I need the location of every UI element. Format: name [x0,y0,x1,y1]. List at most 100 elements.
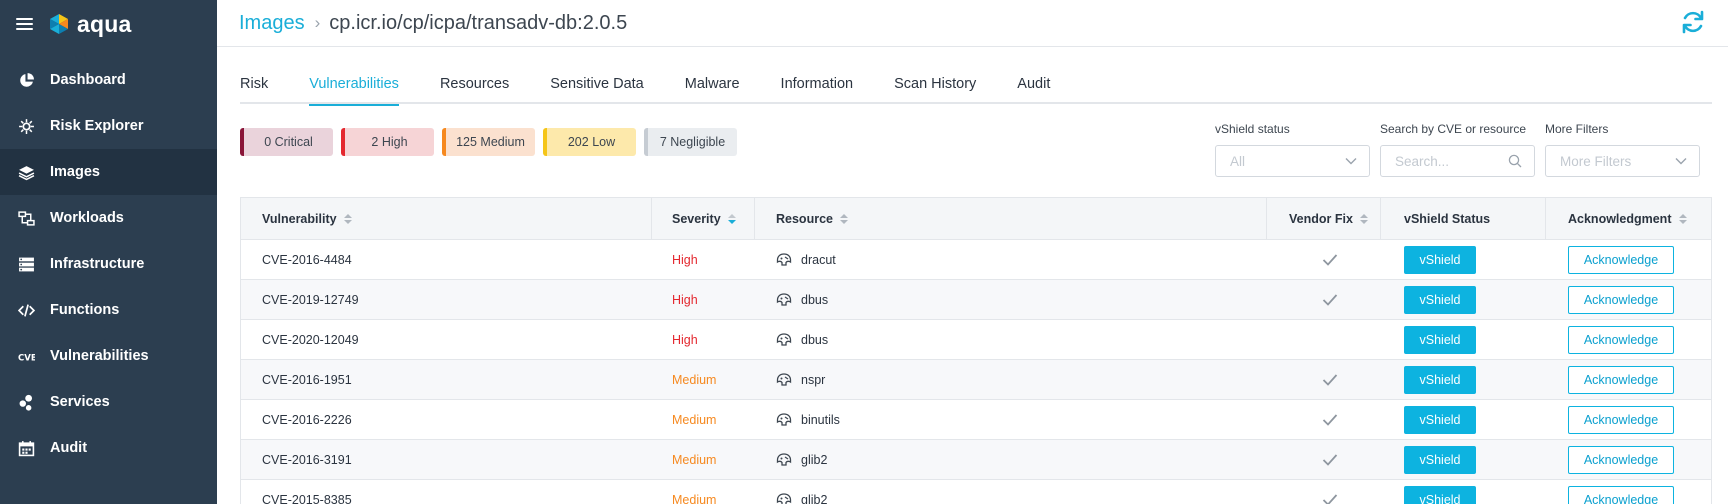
severity-label: Medium [672,372,717,387]
checkmark-icon [1322,493,1338,504]
more-filters-select[interactable]: More Filters [1545,145,1700,177]
table-row[interactable]: CVE-2020-12049 High dbus vShield Acknowledge [241,320,1711,360]
column-vendor-fix[interactable]: Vendor Fix [1267,198,1381,239]
package-icon [776,332,792,347]
vulnerability-cell: CVE-2016-2226 [241,400,652,439]
acknowledge-button[interactable]: Acknowledge [1568,325,1674,354]
table-row[interactable]: CVE-2016-1951 Medium nspr vShield Acknowledg… [241,360,1711,400]
acknowledge-button[interactable]: Acknowledge [1568,405,1674,434]
more-filters: More Filters More Filters [1545,122,1700,177]
search-label: Search by CVE or resource [1380,122,1527,136]
sidebar-item-label: Images [50,164,100,180]
sidebar-item-images[interactable]: Images [0,149,217,195]
sidebar-item-workloads[interactable]: Workloads [0,195,217,241]
table-row[interactable]: CVE-2016-4484 High dracut vShield Acknowledg… [241,240,1711,280]
tab-scan-history[interactable]: Scan History [894,66,976,104]
checkmark-icon [1322,453,1338,466]
vshield-status-select[interactable]: All [1215,145,1370,177]
tab-risk[interactable]: Risk [240,66,268,104]
vshield-status-filter: vShield status All [1215,122,1370,177]
low-count-chip[interactable]: 202 Low [543,128,636,156]
vshield-button[interactable]: vShield [1404,285,1476,314]
cve-id[interactable]: CVE-2020-12049 [262,333,359,347]
vshield-status-cell: vShield [1381,400,1546,439]
vshield-status-value: All [1230,153,1246,169]
vulnerability-cell: CVE-2015-8385 [241,480,652,504]
refresh-icon[interactable] [1680,9,1706,35]
tab-vulnerabilities[interactable]: Vulnerabilities [309,66,399,106]
chevron-down-icon [1675,158,1687,165]
critical-count-chip[interactable]: 0 Critical [240,128,333,156]
resource-name: glib2 [801,492,828,504]
vshield-button[interactable]: vShield [1404,485,1476,504]
cve-id[interactable]: CVE-2016-2226 [262,413,352,427]
breadcrumb-images-link[interactable]: Images [239,12,305,35]
severity-label: High [672,292,698,307]
search-input[interactable]: Search... [1380,145,1535,177]
acknowledgment-cell: Acknowledge [1546,440,1711,479]
high-count-chip[interactable]: 2 High [341,128,434,156]
severity-cell: High [652,240,755,279]
resource-name: binutils [801,412,840,427]
acknowledge-button[interactable]: Acknowledge [1568,445,1674,474]
vshield-button[interactable]: vShield [1404,325,1476,354]
cve-id[interactable]: CVE-2015-8385 [262,493,352,504]
resource-cell: binutils [755,400,1267,439]
column-vulnerability[interactable]: Vulnerability [241,198,652,239]
cve-id[interactable]: CVE-2016-4484 [262,253,352,267]
resource-cell: dbus [755,280,1267,319]
cve-id[interactable]: CVE-2016-3191 [262,453,352,467]
acknowledge-button[interactable]: Acknowledge [1568,365,1674,394]
checkmark-icon [1322,293,1338,306]
sidebar-item-label: Functions [50,302,120,318]
medium-count-chip[interactable]: 125 Medium [442,128,535,156]
code-icon [17,301,35,319]
risk-explorer-icon [17,117,35,135]
acknowledge-button[interactable]: Acknowledge [1568,485,1674,504]
resource-name: nspr [801,372,826,387]
acknowledge-button[interactable]: Acknowledge [1568,285,1674,314]
column-resource[interactable]: Resource [755,198,1267,239]
table-row[interactable]: CVE-2016-3191 Medium glib2 vShield Acknowled… [241,440,1711,480]
table-row[interactable]: CVE-2019-12749 High dbus vShield Acknowledge [241,280,1711,320]
tab-malware[interactable]: Malware [685,66,740,104]
sidebar-item-functions[interactable]: Functions [0,287,217,333]
sort-descending-icon [727,213,736,224]
checkmark-icon [1322,413,1338,426]
sidebar-item-audit[interactable]: Audit [0,425,217,471]
sidebar-item-label: Dashboard [50,72,126,88]
column-label: Vendor Fix [1289,211,1353,226]
column-severity[interactable]: Severity [652,198,755,239]
tab-resources[interactable]: Resources [440,66,509,104]
vshield-button[interactable]: vShield [1404,405,1476,434]
workloads-icon [17,209,35,227]
table-row[interactable]: CVE-2015-8385 Medium glib2 vShield Acknowled… [241,480,1711,504]
sidebar-item-risk-explorer[interactable]: Risk Explorer [0,103,217,149]
svg-text:CVE: CVE [18,353,35,363]
vulnerability-cell: CVE-2020-12049 [241,320,652,359]
acknowledge-button[interactable]: Acknowledge [1568,245,1674,274]
sidebar-item-label: Vulnerabilities [50,348,149,364]
tab-audit[interactable]: Audit [1017,66,1050,104]
tab-sensitive-data[interactable]: Sensitive Data [550,66,644,104]
tab-information[interactable]: Information [781,66,854,104]
acknowledgment-cell: Acknowledge [1546,400,1711,439]
sidebar-item-vulnerabilities[interactable]: CVE Vulnerabilities [0,333,217,379]
layers-icon [17,163,35,181]
package-icon [776,492,792,504]
sidebar-item-dashboard[interactable]: Dashboard [0,57,217,103]
vshield-button[interactable]: vShield [1404,445,1476,474]
vshield-button[interactable]: vShield [1404,245,1476,274]
cve-id[interactable]: CVE-2019-12749 [262,293,359,307]
table-row[interactable]: CVE-2016-2226 Medium binutils vShield Acknow… [241,400,1711,440]
vendor-fix-cell [1267,480,1381,504]
negligible-count-chip[interactable]: 7 Negligible [644,128,737,156]
sidebar-item-infrastructure[interactable]: Infrastructure [0,241,217,287]
column-acknowledgment[interactable]: Acknowledgment [1546,198,1711,239]
sidebar-item-services[interactable]: Services [0,379,217,425]
vendor-fix-cell [1267,280,1381,319]
vshield-button[interactable]: vShield [1404,365,1476,394]
menu-icon[interactable] [16,18,33,30]
cve-id[interactable]: CVE-2016-1951 [262,373,352,387]
package-icon [776,452,792,467]
